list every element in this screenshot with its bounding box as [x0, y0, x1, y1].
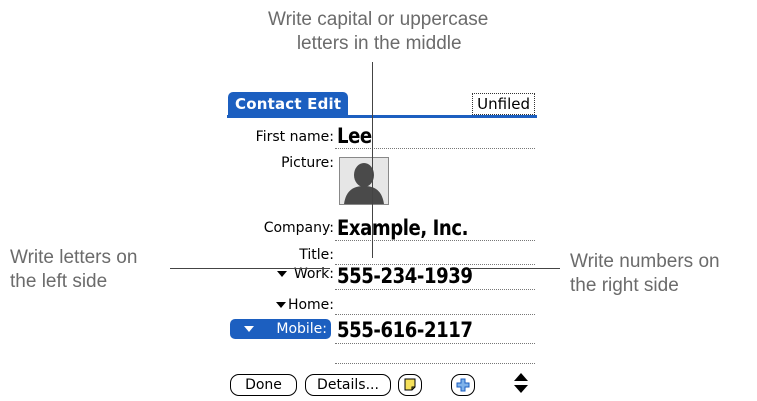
- first-name-field[interactable]: Lee: [337, 124, 372, 148]
- contact-picture[interactable]: [339, 157, 389, 205]
- work-underline: [335, 289, 535, 290]
- company-label: Company:: [263, 220, 334, 236]
- done-button[interactable]: Done: [230, 374, 297, 396]
- title-rule: [227, 115, 537, 118]
- callout-left: Write letters on the left side: [10, 246, 137, 294]
- form-title: Contact Edit: [228, 92, 349, 115]
- callout-left-line2: the left side: [10, 271, 108, 292]
- home-dropdown-icon[interactable]: [276, 302, 286, 308]
- details-button[interactable]: Details...: [305, 374, 391, 396]
- callout-top: Write capital or uppercase letters in th…: [268, 8, 488, 56]
- callout-right-line2: the right side: [570, 275, 679, 296]
- work-dropdown-icon[interactable]: [277, 271, 287, 277]
- callout-left-leader: [170, 268, 330, 269]
- home-label[interactable]: Home:: [288, 296, 334, 314]
- first-name-underline: [335, 148, 535, 149]
- mobile-underline: [335, 343, 535, 344]
- plus-icon: [456, 378, 470, 392]
- callout-left-line1: Write letters on: [10, 247, 138, 268]
- add-button[interactable]: [451, 374, 475, 396]
- person-silhouette-icon: [344, 163, 384, 204]
- callout-right-line1: Write numbers on: [570, 251, 720, 272]
- contact-edit-screen: Contact Edit Unfiled First name: Lee Pic…: [227, 92, 537, 401]
- scroll-arrows-icon[interactable]: [513, 372, 529, 394]
- callout-top-leader: [372, 62, 373, 258]
- callout-right-leader: [470, 268, 560, 269]
- callout-top-line2: letters in the middle: [296, 33, 462, 54]
- title-bar: Contact Edit Unfiled: [227, 92, 537, 118]
- note-icon: [404, 378, 416, 391]
- note-button[interactable]: [398, 374, 422, 396]
- callout-top-line1: Write capital or uppercase: [268, 9, 489, 30]
- company-field[interactable]: Example, Inc.: [337, 216, 469, 240]
- callout-right: Write numbers on the right side: [570, 250, 720, 298]
- first-name-label: First name:: [255, 129, 334, 145]
- mobile-field[interactable]: 555-616-2117: [337, 318, 473, 342]
- mobile-label: Mobile:: [276, 321, 327, 337]
- category-picker[interactable]: Unfiled: [472, 93, 535, 115]
- blank-underline: [335, 363, 535, 364]
- picture-label: Picture:: [281, 155, 334, 171]
- work-field[interactable]: 555-234-1939: [337, 264, 473, 288]
- mobile-label-selected[interactable]: Mobile:: [230, 319, 331, 339]
- mobile-dropdown-icon: [244, 326, 254, 332]
- company-underline: [335, 240, 535, 241]
- title-label: Title:: [299, 247, 334, 263]
- home-underline: [335, 314, 535, 315]
